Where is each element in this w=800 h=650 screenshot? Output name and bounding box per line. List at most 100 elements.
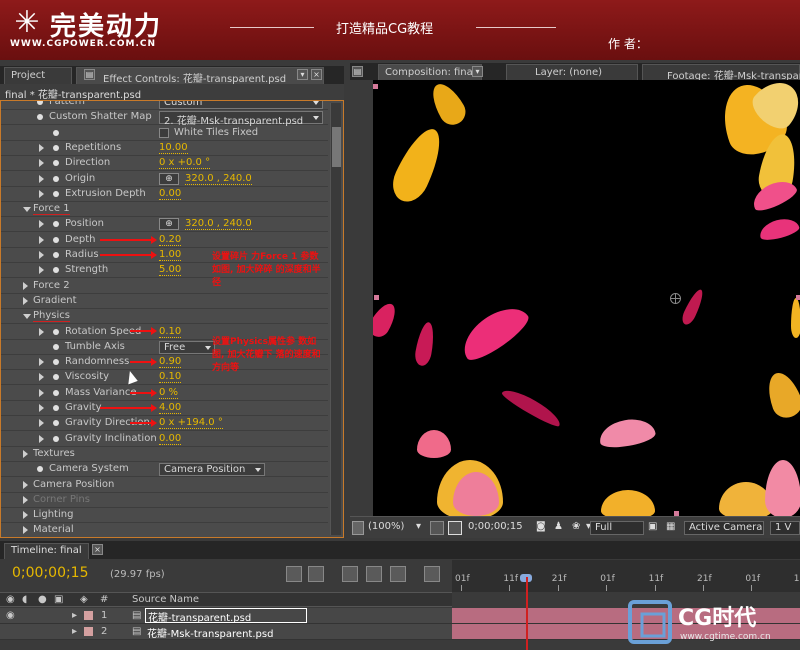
property-row[interactable]: Origin ⊕ 320.0 , 240.0 — [1, 172, 328, 187]
expand-triangle-icon[interactable] — [39, 266, 44, 275]
audio-icon[interactable]: ◖ — [22, 594, 27, 605]
checkbox[interactable] — [159, 127, 169, 138]
motion-blur-icon[interactable] — [424, 566, 440, 582]
composition-viewer[interactable] — [373, 80, 800, 516]
stopwatch-icon[interactable] — [53, 405, 59, 411]
region-of-interest-icon[interactable]: ▣ — [648, 521, 657, 535]
property-row[interactable]: Camera System Camera Position — [1, 462, 328, 478]
zoom-level[interactable]: (100%) — [368, 521, 404, 535]
property-value[interactable]: 0.10 — [159, 371, 182, 384]
expand-triangle-icon[interactable] — [39, 251, 44, 259]
property-row[interactable]: Direction 0 x +0.0 ° — [1, 156, 328, 172]
stopwatch-icon[interactable] — [53, 389, 59, 396]
expand-triangle-icon[interactable] — [23, 526, 28, 535]
property-row[interactable]: Gravity Direction 0 x +194.0 ° — [1, 416, 328, 432]
property-dropdown[interactable]: Custom — [159, 101, 323, 109]
stopwatch-icon[interactable] — [37, 101, 43, 105]
channel-icon[interactable]: ❀ — [572, 521, 580, 535]
expand-triangle-icon[interactable] — [23, 296, 28, 305]
stopwatch-icon[interactable] — [53, 236, 59, 243]
property-row[interactable]: Corner Pins — [1, 493, 328, 508]
point-picker-icon[interactable]: ⊕ — [159, 172, 179, 185]
eye-icon[interactable]: ◉ — [6, 610, 15, 621]
property-row[interactable]: Textures — [1, 447, 328, 462]
tab-composition[interactable]: Composition: final — [378, 64, 482, 81]
property-value[interactable]: 0.20 — [159, 234, 182, 246]
property-value[interactable]: 0.10 — [159, 326, 182, 338]
always-preview-icon[interactable] — [352, 521, 364, 535]
stopwatch-icon[interactable] — [53, 252, 59, 258]
expand-triangle-icon[interactable] — [39, 220, 44, 229]
stopwatch-icon[interactable] — [53, 144, 59, 151]
hide-shy-icon[interactable] — [366, 566, 382, 582]
transparency-grid-icon[interactable]: ▦ — [666, 521, 675, 535]
property-row[interactable]: White Tiles Fixed — [1, 126, 328, 141]
property-value[interactable]: 1.00 — [159, 249, 182, 261]
expand-triangle-icon[interactable] — [39, 358, 44, 367]
property-row[interactable]: Position ⊕ 320.0 , 240.0 — [1, 217, 328, 233]
close-icon[interactable]: × — [92, 544, 103, 555]
property-row[interactable]: Pattern Custom — [1, 101, 328, 110]
expand-triangle-icon[interactable] — [23, 314, 31, 320]
label-icon[interactable]: ◈ — [80, 594, 88, 605]
stopwatch-icon[interactable] — [53, 221, 59, 228]
stopwatch-icon[interactable] — [53, 435, 59, 442]
property-value[interactable]: 0.00 — [159, 188, 182, 200]
expand-triangle-icon[interactable] — [23, 480, 28, 489]
property-value[interactable]: 0 x +0.0 ° — [159, 157, 211, 170]
frame-blending-icon[interactable] — [390, 566, 406, 582]
stopwatch-icon[interactable] — [53, 374, 59, 381]
property-row[interactable]: Gravity Inclination 0.00 — [1, 432, 328, 447]
show-snapshot-icon[interactable]: ♟ — [554, 521, 563, 535]
point-picker-icon[interactable]: ⊕ — [159, 218, 179, 231]
property-row[interactable]: Material — [1, 523, 328, 537]
expand-triangle-icon[interactable] — [39, 189, 44, 198]
property-dropdown[interactable]: Free — [159, 340, 215, 354]
expand-triangle-icon[interactable] — [23, 449, 28, 458]
property-value[interactable]: 0.00 — [159, 433, 182, 445]
label-color-swatch[interactable] — [84, 611, 93, 620]
tab-timeline[interactable]: Timeline: final — [4, 543, 89, 559]
camera-dropdown[interactable]: Active Camera — [684, 521, 764, 535]
expand-triangle-icon[interactable] — [39, 174, 44, 183]
layer-name[interactable]: 花瓣-transparent.psd — [145, 608, 307, 624]
tab-project[interactable]: Project — [4, 67, 72, 84]
lock-icon[interactable]: ▤ — [84, 69, 95, 80]
stopwatch-icon[interactable] — [53, 359, 59, 366]
table-row[interactable]: ▸ 2 ▤ 花瓣-Msk-transparent.psd — [0, 624, 452, 640]
table-row[interactable]: ◉ ▸ 1 ▤ 花瓣-transparent.psd — [0, 608, 452, 624]
expand-triangle-icon[interactable] — [39, 373, 44, 382]
property-row[interactable]: Depth 0.20 — [1, 233, 328, 248]
property-value[interactable]: 4.00 — [159, 402, 182, 414]
views-dropdown[interactable]: 1 V — [770, 521, 800, 535]
layer-handle[interactable] — [373, 84, 378, 89]
eye-icon[interactable]: ◉ — [6, 594, 15, 605]
safe-zones-icon[interactable] — [448, 521, 462, 535]
stopwatch-icon[interactable] — [53, 267, 59, 274]
property-value[interactable]: 10.00 — [159, 142, 188, 154]
stopwatch-icon[interactable] — [53, 420, 59, 427]
layer-name[interactable]: 花瓣-Msk-transparent.psd — [147, 625, 273, 640]
property-value[interactable]: 0 x +194.0 ° — [159, 417, 223, 430]
expand-triangle-icon[interactable] — [39, 159, 44, 168]
expand-triangle-icon[interactable]: ▸ — [72, 610, 77, 621]
timeline-current-time[interactable]: 0;00;00;15 — [12, 565, 89, 581]
property-row[interactable]: Gradient — [1, 294, 328, 309]
tab-menu-icon[interactable]: ▾ — [472, 66, 483, 77]
property-row[interactable]: Force 1 — [1, 202, 328, 218]
property-row[interactable]: Gravity 4.00 — [1, 401, 328, 416]
expand-triangle-icon[interactable] — [23, 511, 28, 520]
expand-triangle-icon[interactable] — [39, 419, 44, 428]
lock-icon[interactable]: ▣ — [54, 594, 63, 605]
expand-triangle-icon[interactable] — [23, 207, 31, 213]
effect-controls-scrollbar[interactable] — [330, 103, 341, 535]
layer-handle[interactable] — [796, 295, 800, 300]
grid-icon[interactable] — [430, 521, 444, 535]
comp-flowchart-icon[interactable] — [286, 566, 302, 582]
expand-triangle-icon[interactable] — [39, 404, 44, 412]
current-timecode[interactable]: 0;00;00;15 — [468, 521, 523, 535]
expand-triangle-icon[interactable] — [23, 281, 28, 290]
property-row[interactable]: Camera Position — [1, 478, 328, 493]
property-value[interactable]: 0.90 — [159, 356, 182, 369]
resolution-dropdown[interactable]: Full — [590, 521, 644, 535]
